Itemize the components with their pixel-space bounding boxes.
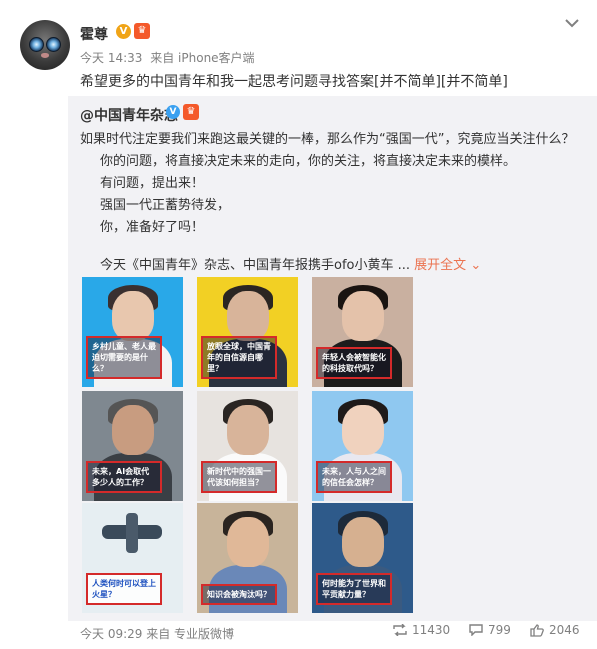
repost-line-3: 有问题，提出来！ bbox=[100, 176, 205, 191]
like-action[interactable]: 2046 bbox=[530, 623, 580, 637]
repost-author[interactable]: @中国青年杂志 bbox=[80, 105, 178, 125]
repost-summary-text: 今天《中国青年》杂志、中国青年报携手ofo小黄车 ... bbox=[100, 258, 411, 273]
grid-image-9[interactable]: 何时能为了世界和平贡献力量？ bbox=[312, 503, 413, 613]
author-name[interactable]: 霍尊 bbox=[80, 24, 108, 44]
post-text: 希望更多的中国青年和我一起思考问题寻找答案[并不简单][并不简单] bbox=[80, 74, 508, 90]
image-grid: 乡村儿童、老人最迫切需要的是什么？ 放眼全球，中国青年的自信源自哪里？ 年轻人会… bbox=[82, 277, 415, 613]
grid-image-3[interactable]: 年轻人会被智能化的科技取代吗？ bbox=[312, 277, 413, 387]
expand-chevron-icon[interactable]: ⌄ bbox=[470, 258, 481, 273]
grid-image-5[interactable]: 新时代中的强国一代该如何担当？ bbox=[197, 391, 298, 501]
grid-image-6[interactable]: 未来，人与人之间的信任会怎样？ bbox=[312, 391, 413, 501]
repost-meta: 今天 09:29 来自 专业版微博 bbox=[80, 625, 234, 642]
repost-count: 11430 bbox=[412, 623, 451, 637]
grid-image-4[interactable]: 未来，AI会取代多少人的工作？ bbox=[82, 391, 183, 501]
grid-image-5-caption: 新时代中的强国一代该如何担当？ bbox=[201, 461, 277, 493]
repost-time[interactable]: 今天 09:29 bbox=[80, 627, 142, 641]
grid-image-9-caption: 何时能为了世界和平贡献力量？ bbox=[316, 573, 392, 605]
repost-card: @中国青年杂志 V ♛ 如果时代注定要我们来跑这最关键的一棒，那么作为“强国一代… bbox=[68, 96, 597, 641]
post-source[interactable]: 来自 iPhone客户端 bbox=[150, 51, 254, 65]
expand-full-text-link[interactable]: 展开全文 bbox=[414, 258, 466, 273]
avatar-eye-left bbox=[29, 37, 44, 52]
comment-action[interactable]: 799 bbox=[469, 623, 511, 637]
repost-crown-icon: ♛ bbox=[183, 104, 199, 120]
repost-action[interactable]: 11430 bbox=[393, 623, 450, 637]
repost-icon bbox=[393, 624, 407, 636]
repost-source[interactable]: 来自 专业版微博 bbox=[146, 627, 234, 641]
repost-line-1: 如果时代注定要我们来跑这最关键的一棒，那么作为“强国一代”，究竟应当关注什么？ bbox=[80, 132, 575, 147]
grid-image-8[interactable]: 知识会被淘汰吗？ bbox=[197, 503, 298, 613]
weibo-post: 霍尊 V ♛ 今天 14:33 来自 iPhone客户端 希望更多的中国青年和我… bbox=[0, 0, 597, 649]
grid-image-1[interactable]: 乡村儿童、老人最迫切需要的是什么？ bbox=[82, 277, 183, 387]
crown-badge-icon: ♛ bbox=[134, 23, 150, 39]
post-time[interactable]: 今天 14:33 bbox=[80, 51, 142, 65]
grid-image-7-caption: 人类何时可以登上火星？ bbox=[86, 573, 162, 605]
avatar-nose bbox=[41, 53, 49, 58]
repost-summary: 今天《中国青年》杂志、中国青年报携手ofo小黄车 ... 展开全文 ⌄ bbox=[100, 254, 481, 273]
like-count: 2046 bbox=[549, 623, 580, 637]
grid-image-1-caption: 乡村儿童、老人最迫切需要的是什么？ bbox=[86, 336, 162, 379]
grid-image-3-caption: 年轻人会被智能化的科技取代吗？ bbox=[316, 347, 392, 379]
grid-image-2[interactable]: 放眼全球，中国青年的自信源自哪里？ bbox=[197, 277, 298, 387]
avatar-eye-right bbox=[46, 37, 61, 52]
repost-line-5: 你，准备好了吗！ bbox=[100, 220, 205, 235]
grid-image-6-caption: 未来，人与人之间的信任会怎样？ bbox=[316, 461, 392, 493]
like-icon bbox=[530, 623, 544, 637]
grid-image-8-caption: 知识会被淘汰吗？ bbox=[201, 584, 277, 605]
comment-icon bbox=[469, 624, 483, 636]
post-meta: 今天 14:33 来自 iPhone客户端 bbox=[80, 49, 259, 66]
grid-image-7[interactable]: 人类何时可以登上火星？ bbox=[82, 503, 183, 613]
grid-image-4-caption: 未来，AI会取代多少人的工作？ bbox=[86, 461, 162, 493]
grid-image-2-caption: 放眼全球，中国青年的自信源自哪里？ bbox=[201, 336, 277, 379]
avatar[interactable] bbox=[20, 20, 70, 70]
repost-line-2: 你的问题，将直接决定未来的走向，你的关注，将直接决定未来的模样。 bbox=[100, 154, 517, 169]
verified-badge-icon: V bbox=[116, 24, 131, 39]
repost-verified-icon: V bbox=[166, 105, 180, 119]
repost-line-4: 强国一代正蓄势待发， bbox=[100, 198, 231, 213]
comment-count: 799 bbox=[488, 623, 511, 637]
chevron-down-icon[interactable] bbox=[565, 18, 579, 28]
